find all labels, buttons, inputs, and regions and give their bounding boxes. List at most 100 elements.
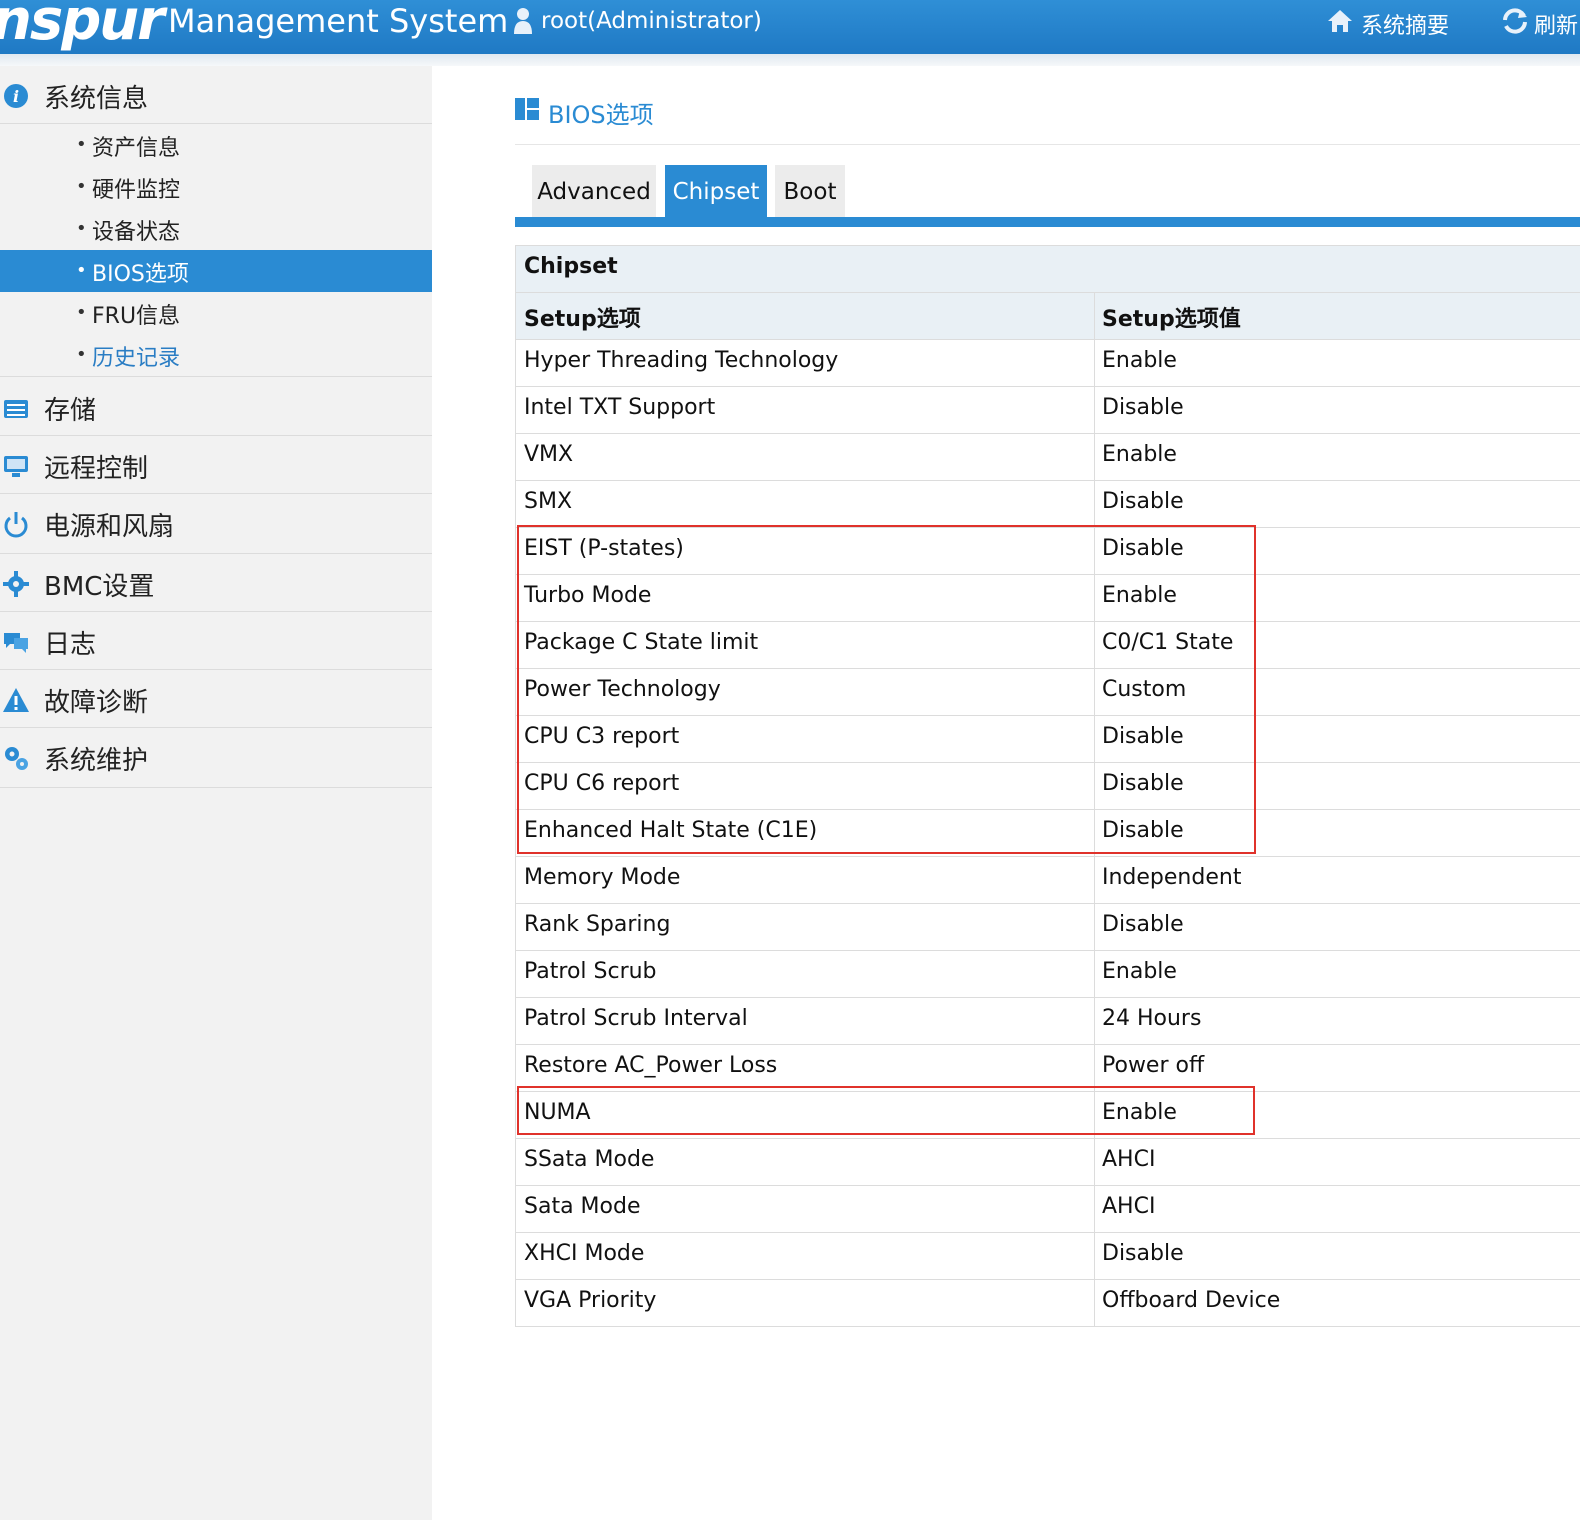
sidebar-item-label: BIOS选项: [92, 262, 189, 287]
setting-name: XHCI Mode: [524, 1241, 645, 1266]
svg-text:i: i: [13, 87, 19, 106]
info-icon: i: [4, 84, 28, 108]
monitor-icon: [4, 456, 28, 477]
setting-name: Patrol Scrub Interval: [524, 1006, 748, 1031]
column-divider: [1094, 998, 1095, 1044]
sidebar-item-fru-info[interactable]: • FRU信息: [0, 292, 432, 334]
nav-system-info[interactable]: i 系统信息: [0, 66, 432, 124]
column-divider: [1094, 293, 1095, 339]
bullet: •: [76, 176, 87, 197]
sidebar: i 系统信息 • 资产信息 • 硬件监控 • 设备状态 • BIOS选项 • F…: [0, 66, 432, 1520]
nav-label: 存储: [44, 396, 97, 426]
sidebar-item-bios-options[interactable]: • BIOS选项: [0, 250, 432, 292]
setting-value: Custom: [1102, 677, 1187, 702]
tab-underline: [515, 217, 1580, 227]
table-row: SSata Mode AHCI: [516, 1139, 1580, 1186]
setting-name: Package C State limit: [524, 630, 759, 655]
sidebar-item-label: 硬件监控: [92, 178, 181, 203]
table-row: Restore AC_Power Loss Power off: [516, 1045, 1580, 1092]
nav-system-maintenance[interactable]: 系统维护: [0, 728, 432, 788]
nav-fault-diagnosis[interactable]: 故障诊断: [0, 670, 432, 728]
sidebar-item-label: 历史记录: [92, 346, 181, 371]
setting-name: Enhanced Halt State (C1E): [524, 818, 818, 843]
setting-name: Memory Mode: [524, 865, 681, 890]
column-divider: [1094, 1233, 1095, 1279]
setting-name: NUMA: [524, 1100, 591, 1125]
sidebar-item-history[interactable]: • 历史记录: [0, 334, 432, 376]
nav-label: 电源和风扇: [44, 512, 175, 542]
tab-chipset[interactable]: Chipset: [665, 165, 767, 217]
tab-advanced[interactable]: Advanced: [532, 165, 656, 217]
nav-power-fan[interactable]: 电源和风扇: [0, 494, 432, 554]
column-divider: [1094, 763, 1095, 809]
sidebar-item-asset-info[interactable]: • 资产信息: [0, 124, 432, 166]
nav-bmc-settings[interactable]: BMC设置: [0, 554, 432, 612]
header-divider: [0, 54, 1580, 66]
column-divider: [1094, 528, 1095, 574]
system-summary-link[interactable]: 系统摘要: [1361, 8, 1449, 40]
nav-remote-control[interactable]: 远程控制: [0, 436, 432, 494]
refresh-link[interactable]: 刷新: [1534, 8, 1578, 40]
setting-name: Rank Sparing: [524, 912, 671, 937]
column-divider: [1094, 1139, 1095, 1185]
setting-value: Disable: [1102, 912, 1184, 937]
tab-boot[interactable]: Boot: [775, 165, 845, 217]
setting-value: Power off: [1102, 1053, 1205, 1078]
setting-name: SMX: [524, 489, 573, 514]
setting-value: C0/C1 State: [1102, 630, 1234, 655]
setting-name: VMX: [524, 442, 574, 467]
column-divider: [1094, 716, 1095, 762]
nav-logs[interactable]: 日志: [0, 612, 432, 670]
user-icon: [514, 8, 532, 34]
column-divider: [1094, 669, 1095, 715]
sidebar-item-label: FRU信息: [92, 304, 181, 329]
setting-name: EIST (P-states): [524, 536, 684, 561]
table-row: Power Technology Custom: [516, 669, 1580, 716]
sidebar-item-label: 设备状态: [92, 220, 181, 245]
column-divider: [1094, 857, 1095, 903]
nav-label: 系统维护: [44, 746, 149, 776]
setting-name: Power Technology: [524, 677, 721, 702]
setting-name: Turbo Mode: [524, 583, 652, 608]
setting-value: Disable: [1102, 724, 1184, 749]
setting-name: Restore AC_Power Loss: [524, 1053, 778, 1078]
table-caption-text: Chipset: [524, 254, 618, 279]
setting-name: VGA Priority: [524, 1288, 657, 1313]
grid-icon: [515, 98, 539, 120]
nav-label: 故障诊断: [44, 688, 149, 718]
table-row: Turbo Mode Enable: [516, 575, 1580, 622]
setting-name: CPU C3 report: [524, 724, 680, 749]
table-row: Rank Sparing Disable: [516, 904, 1580, 951]
chat-icon: [4, 633, 28, 653]
setting-value: Enable: [1102, 348, 1177, 373]
setting-value: AHCI: [1102, 1147, 1156, 1172]
column-divider: [1094, 622, 1095, 668]
setting-name: Hyper Threading Technology: [524, 348, 839, 373]
current-user[interactable]: root(Administrator): [541, 8, 762, 34]
setting-name: Intel TXT Support: [524, 395, 716, 420]
table-row: Intel TXT Support Disable: [516, 387, 1580, 434]
setting-value: Independent: [1102, 865, 1242, 890]
setting-name: Patrol Scrub: [524, 959, 657, 984]
nav-label: 日志: [44, 630, 97, 660]
table-row: Hyper Threading Technology Enable: [516, 340, 1580, 387]
setting-value: Enable: [1102, 442, 1177, 467]
setting-value: Disable: [1102, 818, 1184, 843]
table-row: Patrol Scrub Interval 24 Hours: [516, 998, 1580, 1045]
setting-value: Disable: [1102, 536, 1184, 561]
sidebar-item-hardware-monitor[interactable]: • 硬件监控: [0, 166, 432, 208]
column-divider: [1094, 1092, 1095, 1138]
column-divider: [1094, 951, 1095, 997]
home-icon[interactable]: [1326, 8, 1354, 34]
nav-storage[interactable]: 存储: [0, 378, 432, 436]
sidebar-item-device-status[interactable]: • 设备状态: [0, 208, 432, 250]
bullet: •: [76, 344, 87, 365]
table-row: NUMA Enable: [516, 1092, 1580, 1139]
column-divider: [1094, 575, 1095, 621]
bios-settings-table: Chipset Setup选项 Setup选项值 Hyper Threading…: [515, 245, 1580, 1327]
table-row: Enhanced Halt State (C1E) Disable: [516, 810, 1580, 857]
bullet: •: [76, 218, 87, 239]
column-header-option: Setup选项: [524, 307, 641, 332]
refresh-icon[interactable]: [1500, 6, 1530, 36]
column-divider: [1094, 340, 1095, 386]
